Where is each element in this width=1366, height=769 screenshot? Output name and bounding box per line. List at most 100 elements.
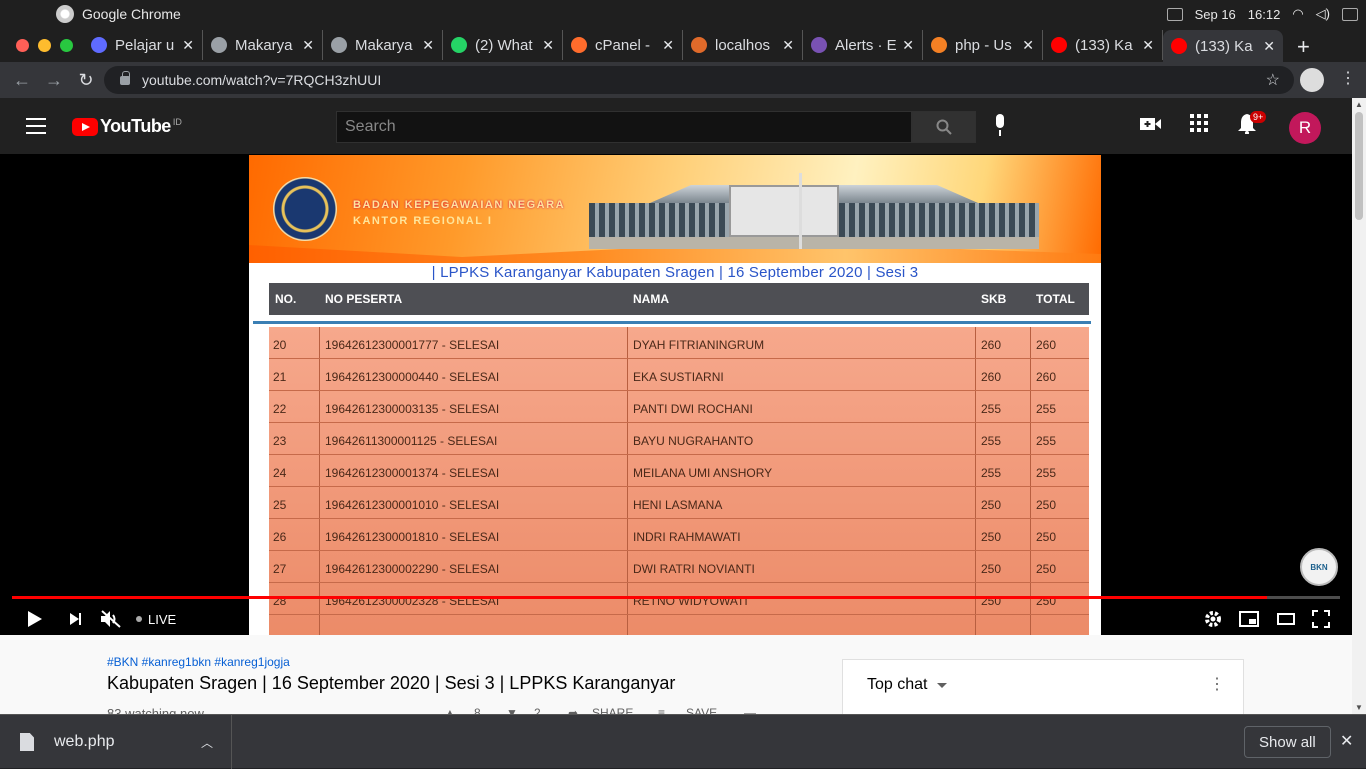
cell-no: 21: [273, 370, 287, 384]
page-scrollbar[interactable]: ▲ ▼: [1352, 98, 1366, 714]
scrollbar-thumb[interactable]: [1355, 112, 1363, 220]
browser-tab[interactable]: localhos ✕: [683, 30, 803, 60]
hamburger-menu-icon[interactable]: [26, 118, 46, 134]
localhost-icon: [691, 37, 707, 53]
settings-gear-icon[interactable]: [1203, 608, 1223, 630]
search-input[interactable]: Search: [336, 111, 912, 143]
browser-tab[interactable]: Alerts · E ✕: [803, 30, 923, 60]
cell-skb: 255: [981, 402, 1002, 416]
cell-total: 250: [1036, 530, 1057, 544]
close-tab-icon[interactable]: ✕: [782, 37, 794, 54]
cell-peserta: 19642612300002290 - SELESAI: [325, 562, 500, 576]
play-icon[interactable]: [26, 608, 44, 630]
cell-peserta: 19642612300001010 - SELESAI: [325, 498, 500, 512]
player-controls: LIVE: [0, 604, 1352, 634]
file-icon: [20, 733, 34, 751]
close-tab-icon[interactable]: ✕: [422, 37, 434, 54]
cell-nama: MEILANA UMI ANSHORY: [633, 466, 773, 480]
download-filename[interactable]: web.php: [54, 733, 115, 751]
fullscreen-icon[interactable]: [1311, 608, 1331, 630]
battery-icon[interactable]: [1342, 7, 1358, 21]
microphone-icon[interactable]: [990, 114, 1010, 138]
browser-tab[interactable]: (133) Ka ✕: [1163, 30, 1283, 62]
live-indicator[interactable]: LIVE: [136, 608, 176, 630]
scroll-down-arrow-icon[interactable]: ▼: [1355, 703, 1363, 712]
close-tab-icon[interactable]: ✕: [542, 37, 554, 54]
video-player[interactable]: BADAN KEPEGAWAIAN NEGARA KANTOR REGIONAL…: [0, 154, 1352, 635]
theater-mode-icon[interactable]: [1275, 608, 1297, 630]
browser-tab[interactable]: Makarya ✕: [203, 30, 323, 60]
progress-bar[interactable]: [12, 596, 1340, 599]
download-item[interactable]: web.php ︿: [0, 715, 232, 769]
top-chat-selector[interactable]: Top chat: [867, 676, 927, 694]
close-tab-icon[interactable]: ✕: [1142, 37, 1154, 54]
video-frame[interactable]: BADAN KEPEGAWAIAN NEGARA KANTOR REGIONAL…: [249, 155, 1101, 635]
back-icon[interactable]: ←: [6, 70, 38, 91]
chrome-menu-icon[interactable]: ⋮: [1340, 68, 1356, 88]
cell-nama: BAYU NUGRAHANTO: [633, 434, 754, 448]
cell-skb: 250: [981, 562, 1002, 576]
maximize-window-button[interactable]: [60, 38, 73, 52]
forward-icon[interactable]: →: [38, 70, 70, 91]
close-icon[interactable]: ✕: [1340, 731, 1353, 751]
whatsapp-icon: [451, 37, 467, 53]
browser-tab[interactable]: Makarya ✕: [323, 30, 443, 60]
cell-skb: 250: [981, 530, 1002, 544]
close-tab-icon[interactable]: ✕: [662, 37, 674, 54]
new-tab-button[interactable]: +: [1283, 32, 1324, 62]
close-tab-icon[interactable]: ✕: [1022, 37, 1034, 54]
cell-nama: DWI RATRI NOVIANTI: [633, 562, 755, 576]
youtube-header: YouTube ID Search 9+: [0, 98, 1352, 154]
create-video-icon[interactable]: [1139, 114, 1163, 138]
volume-icon[interactable]: ◁): [1316, 6, 1330, 22]
close-tab-icon[interactable]: ✕: [902, 37, 914, 54]
miniplayer-icon[interactable]: [1238, 608, 1260, 630]
chat-menu-icon[interactable]: ⋮: [1209, 674, 1225, 694]
tab-strip: Pelajar u ✕ Makarya ✕ Makarya ✕ (2) What ✕ cPane…: [0, 28, 1366, 62]
cell-skb: 260: [981, 370, 1002, 384]
table-row: 20 19642612300001777 - SELESAI DYAH FITRIA…: [269, 327, 1089, 359]
chevron-up-icon[interactable]: ︿: [201, 734, 213, 751]
user-avatar[interactable]: R: [1289, 112, 1321, 144]
cell-no: 26: [273, 530, 287, 544]
table-row: 23 19642611300001125 - SELESAI BAYU NUGRAH…: [269, 423, 1089, 455]
chrome-profile-avatar[interactable]: [1300, 68, 1324, 92]
wifi-icon[interactable]: ◠: [1292, 6, 1303, 22]
close-window-button[interactable]: [16, 38, 29, 52]
close-tab-icon[interactable]: ✕: [1263, 38, 1275, 55]
tab-list: Pelajar u ✕ Makarya ✕ Makarya ✕ (2) What ✕ cPane…: [83, 30, 1283, 62]
search-button[interactable]: [912, 111, 976, 143]
reload-icon[interactable]: ↻: [70, 70, 102, 91]
cell-nama: INDRI RAHMAWATI: [633, 530, 741, 544]
cell-total: 255: [1036, 434, 1057, 448]
next-video-icon[interactable]: [66, 608, 84, 630]
chevron-down-icon[interactable]: [937, 683, 947, 688]
mute-icon[interactable]: [100, 608, 122, 630]
youtube-logo[interactable]: YouTube ID: [72, 116, 182, 137]
org-sub: KANTOR REGIONAL I: [353, 215, 493, 227]
close-tab-icon[interactable]: ✕: [182, 37, 194, 54]
browser-tab[interactable]: cPanel - ✕: [563, 30, 683, 60]
browser-tab[interactable]: Pelajar u ✕: [83, 30, 203, 60]
browser-tab[interactable]: (2) What ✕: [443, 30, 563, 60]
minimize-window-button[interactable]: [38, 38, 51, 52]
url-text[interactable]: youtube.com/watch?v=7RQCH3zhUUI: [142, 72, 381, 88]
screen-icon[interactable]: [1166, 7, 1183, 21]
os-menu-bar: Google Chrome Sep 16 16:12 ◠ ◁): [0, 0, 1366, 28]
app-name[interactable]: Google Chrome: [82, 6, 181, 22]
scroll-up-arrow-icon[interactable]: ▲: [1355, 100, 1363, 109]
apps-grid-icon[interactable]: [1187, 114, 1211, 138]
address-bar[interactable]: youtube.com/watch?v=7RQCH3zhUUI ☆: [104, 66, 1294, 94]
close-tab-icon[interactable]: ✕: [302, 37, 314, 54]
bookmark-star-icon[interactable]: ☆: [1266, 70, 1280, 90]
cell-nama: EKA SUSTIARNI: [633, 370, 724, 384]
browser-tab[interactable]: (133) Ka ✕: [1043, 30, 1163, 60]
time[interactable]: 16:12: [1248, 7, 1281, 22]
lock-icon[interactable]: [120, 70, 130, 85]
browser-tab[interactable]: php - Us ✕: [923, 30, 1043, 60]
cell-nama: PANTI DWI ROCHANI: [633, 402, 753, 416]
table-row: 21 19642612300000440 - SELESAI EKA SUSTIAR…: [269, 359, 1089, 391]
building-image: [589, 173, 1039, 251]
show-all-button[interactable]: Show all: [1244, 726, 1331, 758]
video-hashtags[interactable]: #BKN #kanreg1bkn #kanreg1jogja: [107, 655, 290, 669]
